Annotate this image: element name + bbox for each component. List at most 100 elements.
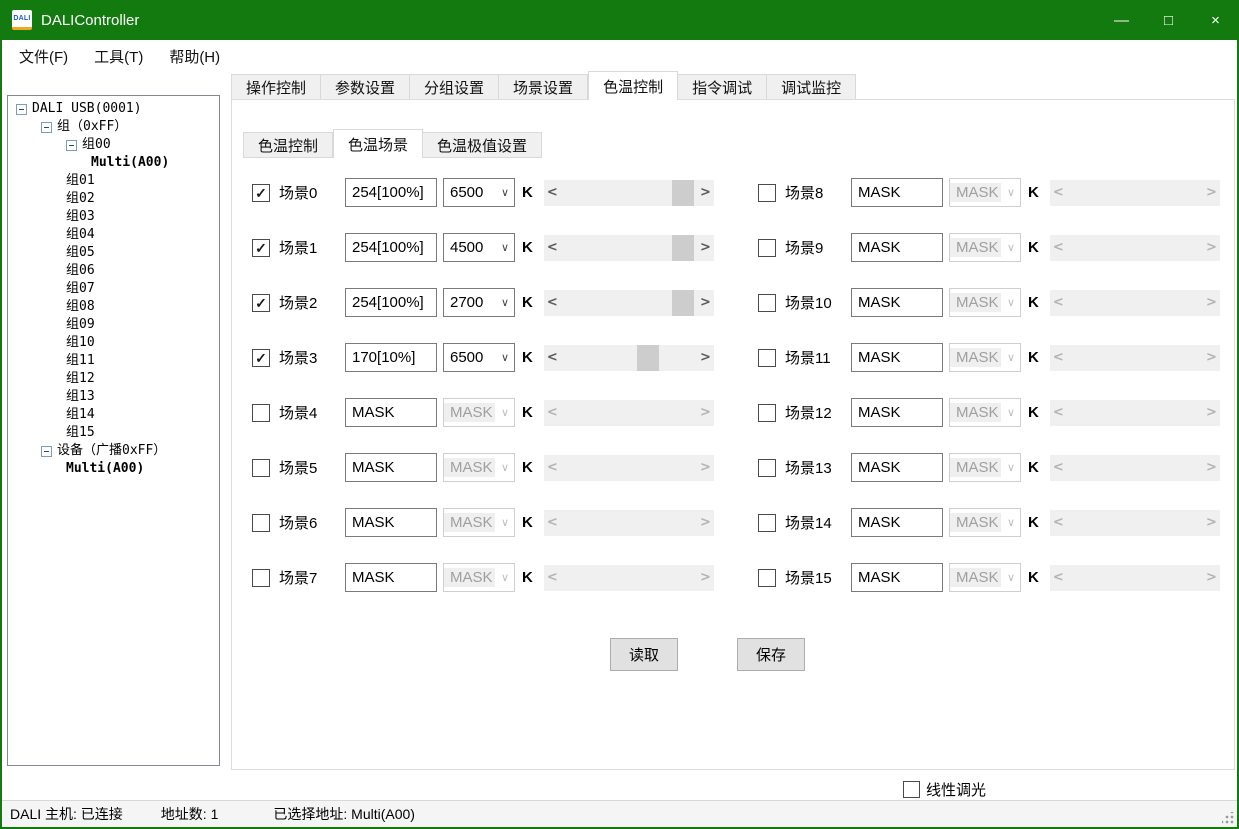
tree-item[interactable]: Multi(A00) [8,460,219,478]
tree-item[interactable]: DALI USB(0001) [8,100,219,118]
level-input[interactable] [851,233,943,262]
level-scrollbar[interactable]: < > [544,180,714,206]
scrollbar-track[interactable] [561,455,697,481]
tree-expander-icon[interactable] [66,140,77,151]
scroll-left-icon[interactable]: < [1050,235,1067,261]
kelvin-dropdown[interactable]: MASK ∨ [443,508,515,537]
scene-checkbox[interactable]: ✓ [758,349,776,367]
maximize-button[interactable]: □ [1145,0,1192,40]
scroll-left-icon[interactable]: < [1050,565,1067,591]
main-tab-2[interactable]: 分组设置 [410,74,499,100]
kelvin-dropdown[interactable]: MASK ∨ [949,563,1021,592]
level-scrollbar[interactable]: < > [1050,345,1220,371]
level-input[interactable] [851,343,943,372]
level-scrollbar[interactable]: < > [544,565,714,591]
kelvin-dropdown[interactable]: 6500 ∨ [443,178,515,207]
scroll-right-icon[interactable]: > [1203,565,1220,591]
scene-checkbox[interactable]: ✓ [252,294,270,312]
tree-item[interactable]: 组（0xFF） [8,118,219,136]
scrollbar-thumb[interactable] [637,345,659,371]
kelvin-dropdown[interactable]: 2700 ∨ [443,288,515,317]
level-scrollbar[interactable]: < > [544,345,714,371]
level-input[interactable] [345,563,437,592]
scroll-right-icon[interactable]: > [697,455,714,481]
kelvin-dropdown[interactable]: MASK ∨ [949,453,1021,482]
level-scrollbar[interactable]: < > [1050,235,1220,261]
scroll-left-icon[interactable]: < [1050,455,1067,481]
scrollbar-thumb[interactable] [672,290,694,316]
level-scrollbar[interactable]: < > [1050,565,1220,591]
scene-checkbox[interactable]: ✓ [758,239,776,257]
scroll-right-icon[interactable]: > [1203,400,1220,426]
level-input[interactable] [851,398,943,427]
level-input[interactable] [345,453,437,482]
scene-checkbox[interactable]: ✓ [252,404,270,422]
tree-expander-icon[interactable] [16,104,27,115]
tree-item[interactable]: 组07 [8,280,219,298]
main-tab-3[interactable]: 场景设置 [499,74,588,100]
level-scrollbar[interactable]: < > [1050,180,1220,206]
tree-item[interactable]: 组15 [8,424,219,442]
scrollbar-track[interactable] [1067,290,1203,316]
kelvin-dropdown[interactable]: MASK ∨ [443,453,515,482]
scroll-right-icon[interactable]: > [1203,345,1220,371]
kelvin-dropdown[interactable]: MASK ∨ [949,178,1021,207]
scroll-right-icon[interactable]: > [697,345,714,371]
scene-checkbox[interactable]: ✓ [252,239,270,257]
level-input[interactable] [851,288,943,317]
level-input[interactable] [851,178,943,207]
scrollbar-track[interactable] [1067,510,1203,536]
scroll-right-icon[interactable]: > [697,235,714,261]
level-input[interactable] [345,288,437,317]
tree-expander-icon[interactable] [41,122,52,133]
main-tab-4[interactable]: 色温控制 [588,71,678,100]
main-tab-5[interactable]: 指令调试 [678,74,767,100]
scrollbar-thumb[interactable] [672,180,694,206]
scene-checkbox[interactable]: ✓ [758,569,776,587]
scrollbar-track[interactable] [1067,235,1203,261]
tree-item[interactable]: 组09 [8,316,219,334]
kelvin-dropdown[interactable]: MASK ∨ [949,398,1021,427]
level-input[interactable] [345,233,437,262]
scrollbar-track[interactable] [1067,565,1203,591]
scroll-right-icon[interactable]: > [697,510,714,536]
scene-checkbox[interactable]: ✓ [252,459,270,477]
scrollbar-track[interactable] [561,565,697,591]
scrollbar-track[interactable] [1067,180,1203,206]
sub-tab-0[interactable]: 色温控制 [243,132,333,158]
kelvin-dropdown[interactable]: MASK ∨ [443,398,515,427]
scene-checkbox[interactable]: ✓ [758,184,776,202]
scroll-right-icon[interactable]: > [1203,455,1220,481]
level-scrollbar[interactable]: < > [544,235,714,261]
save-button[interactable]: 保存 [737,638,805,671]
scene-checkbox[interactable]: ✓ [252,184,270,202]
tree-item[interactable]: 组14 [8,406,219,424]
scroll-left-icon[interactable]: < [544,235,561,261]
level-scrollbar[interactable]: < > [544,455,714,481]
level-input[interactable] [345,398,437,427]
level-input[interactable] [851,508,943,537]
scene-checkbox[interactable]: ✓ [758,459,776,477]
kelvin-dropdown[interactable]: MASK ∨ [443,563,515,592]
read-button[interactable]: 读取 [610,638,678,671]
main-tab-0[interactable]: 操作控制 [231,74,321,100]
level-scrollbar[interactable]: < > [1050,400,1220,426]
scroll-left-icon[interactable]: < [544,400,561,426]
scroll-right-icon[interactable]: > [1203,290,1220,316]
level-input[interactable] [851,563,943,592]
scroll-left-icon[interactable]: < [544,455,561,481]
scene-checkbox[interactable]: ✓ [252,514,270,532]
level-input[interactable] [345,508,437,537]
kelvin-dropdown[interactable]: 6500 ∨ [443,343,515,372]
kelvin-dropdown[interactable]: MASK ∨ [949,508,1021,537]
tree-expander-icon[interactable] [41,446,52,457]
level-input[interactable] [345,343,437,372]
scroll-left-icon[interactable]: < [1050,345,1067,371]
tree-item[interactable]: 组00 [8,136,219,154]
tree-item[interactable]: Multi(A00) [8,154,219,172]
scroll-left-icon[interactable]: < [544,565,561,591]
scrollbar-track[interactable] [561,235,697,261]
level-input[interactable] [851,453,943,482]
tree-item[interactable]: 组03 [8,208,219,226]
kelvin-dropdown[interactable]: MASK ∨ [949,343,1021,372]
